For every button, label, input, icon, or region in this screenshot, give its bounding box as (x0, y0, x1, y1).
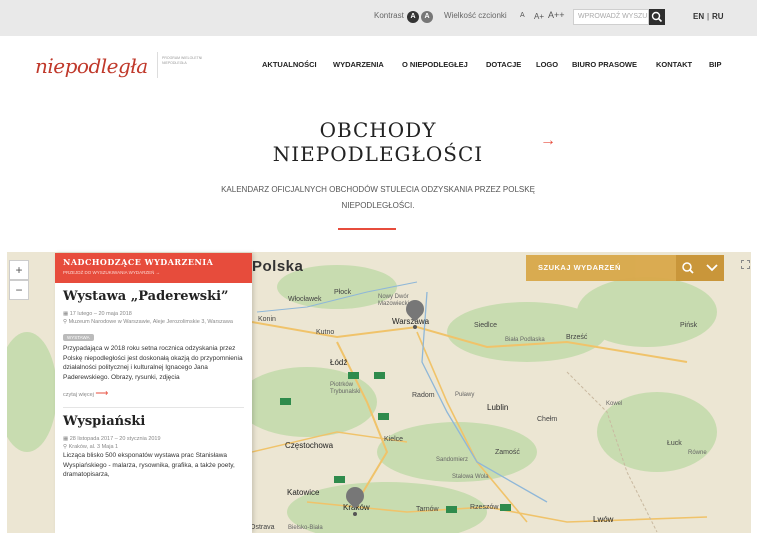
city-label: Kielce (384, 436, 404, 443)
logo-divider (157, 52, 158, 78)
arrow-right-icon: ⟶ (95, 388, 109, 398)
road-shield (500, 504, 511, 511)
go-to-search-link[interactable]: PRZEJDŹ DO WYSZUKIWANIA WYDARZEŃ → (63, 270, 244, 275)
event-title[interactable]: Wystawa „Paderewski” (63, 289, 244, 304)
map-country-label: Polska (252, 258, 304, 275)
event-category-badge: WYSTAWA (63, 334, 94, 341)
city-label: Stalowa Wola (452, 474, 489, 480)
nav-bip[interactable]: BIP (709, 60, 722, 69)
utility-bar: Kontrast A A Wielkość czcionki A A+ A++ … (0, 0, 757, 36)
city-label: Puławy (455, 392, 475, 398)
nav-biuro-prasowe[interactable]: BIURO PRASOWE (572, 60, 637, 69)
upcoming-events-panel: NADCHODZĄCE WYDARZENIA PRZEJDŹ DO WYSZUK… (55, 253, 252, 533)
city-label: Piotrków Trybunalski (330, 382, 361, 395)
city-label: Sandomierz (436, 457, 469, 463)
event-card[interactable]: Wyspiański ▦ 28 listopada 2017 – 20 styc… (55, 408, 252, 480)
font-size-large-button[interactable]: A+ (534, 12, 544, 21)
city-label: Zamość (495, 449, 520, 456)
search-icon (651, 11, 663, 23)
pin-anchor (353, 512, 357, 516)
city-label: Tarnów (416, 506, 439, 513)
event-search-button[interactable] (676, 255, 700, 281)
font-size-label: Wielkość czcionki (444, 11, 507, 20)
site-search-button[interactable] (649, 9, 665, 25)
road-shield (446, 506, 457, 513)
city-label: Chełm (537, 416, 558, 423)
contrast-normal-button[interactable]: A (407, 11, 419, 23)
city-label: Równe (688, 450, 707, 456)
event-description: Przypadająca w 2018 roku setna rocznica … (63, 345, 243, 381)
city-label: Siedlce (474, 322, 497, 329)
nav-o-niepodleglej[interactable]: O NIEPODLEGŁEJ (402, 60, 468, 69)
lang-en-link[interactable]: EN (693, 12, 704, 21)
city-label: Płock (334, 289, 352, 296)
lang-separator: | (707, 12, 710, 21)
city-label: Konin (258, 316, 276, 323)
event-card[interactable]: Wystawa „Paderewski” ▦ 17 lutego – 20 ma… (55, 283, 252, 408)
lang-ru-link[interactable]: RU (712, 12, 724, 21)
site-logo[interactable]: niepodległa (35, 54, 148, 78)
city-label: Łuck (667, 440, 682, 447)
event-filter-dropdown[interactable] (700, 255, 724, 281)
city-label: Radom (412, 392, 435, 399)
pin-anchor (413, 325, 417, 329)
city-label: Warszawa (392, 317, 430, 326)
page-title: OBCHODY NIEPODLEGŁOŚCI (272, 118, 484, 166)
search-icon (682, 262, 694, 274)
font-size-xlarge-button[interactable]: A++ (548, 10, 565, 20)
city-label: Kowel (606, 401, 623, 407)
city-label: Katowice (287, 488, 320, 497)
hero-arrow-link[interactable]: → (540, 132, 556, 150)
nav-kontakt[interactable]: KONTAKT (656, 60, 692, 69)
nav-aktualnosci[interactable]: AKTUALNOŚCI (262, 60, 317, 69)
event-location: ⚲ Muzeum Narodowe w Warszawie, Aleje Jer… (63, 319, 233, 325)
city-label: Kutno (316, 329, 335, 336)
city-label: Włocławek (288, 296, 322, 303)
road-shield (280, 398, 291, 405)
city-label: Łódź (330, 358, 348, 367)
panel-title: NADCHODZĄCE WYDARZENIA (63, 257, 214, 267)
road-shield (334, 476, 345, 483)
nav-dotacje[interactable]: DOTACJE (486, 60, 521, 69)
road-shield (348, 372, 359, 379)
event-description: Licząca blisko 500 eksponatów wystawa pr… (63, 452, 235, 478)
event-date: ▦ 17 lutego – 20 maja 2018 (63, 311, 132, 317)
read-more-link[interactable]: czytaj więcej ⟶ (63, 388, 244, 399)
city-label: Brześć (566, 334, 588, 341)
hero-divider (338, 228, 396, 230)
city-label: Bielsko-Biała (288, 525, 323, 531)
city-label: Ostrava (250, 524, 275, 531)
contrast-label: Kontrast (374, 11, 404, 20)
road-shield (374, 372, 385, 379)
road-shield (378, 413, 389, 420)
nav-logo[interactable]: LOGO (536, 60, 558, 69)
page-subtitle: KALENDARZ OFICJALNYCH OBCHODÓW STULECIA … (221, 185, 535, 210)
city-label: Pińsk (680, 322, 698, 329)
site-search-input[interactable]: WPROWADŹ WYSZUK (573, 9, 649, 25)
zoom-in-button[interactable]: + (9, 260, 29, 280)
event-location: ⚲ Kraków, al. 3 Maja 1 (63, 444, 119, 450)
event-title[interactable]: Wyspiański (63, 414, 244, 429)
panel-header: NADCHODZĄCE WYDARZENIA PRZEJDŹ DO WYSZUK… (55, 253, 252, 283)
zoom-out-button[interactable]: − (9, 280, 29, 300)
event-search-input[interactable]: SZUKAJ WYDARZEŃ (526, 255, 676, 281)
logo-subtitle: PROGRAM WIELOLETNI NIEPODLEGŁA (162, 56, 203, 65)
city-label: Biała Podlaska (505, 337, 545, 343)
event-date: ▦ 28 listopada 2017 – 20 stycznia 2019 (63, 436, 161, 442)
city-label: Częstochowa (285, 441, 334, 450)
chevron-down-icon (706, 264, 718, 272)
contrast-high-button[interactable]: A (421, 11, 433, 23)
nav-wydarzenia[interactable]: WYDARZENIA (333, 60, 384, 69)
city-label: Lwów (593, 515, 614, 524)
city-label: Rzeszów (470, 504, 499, 511)
city-label: Lublin (487, 403, 509, 412)
fullscreen-icon[interactable] (741, 260, 750, 269)
font-size-normal-button[interactable]: A (520, 12, 525, 19)
